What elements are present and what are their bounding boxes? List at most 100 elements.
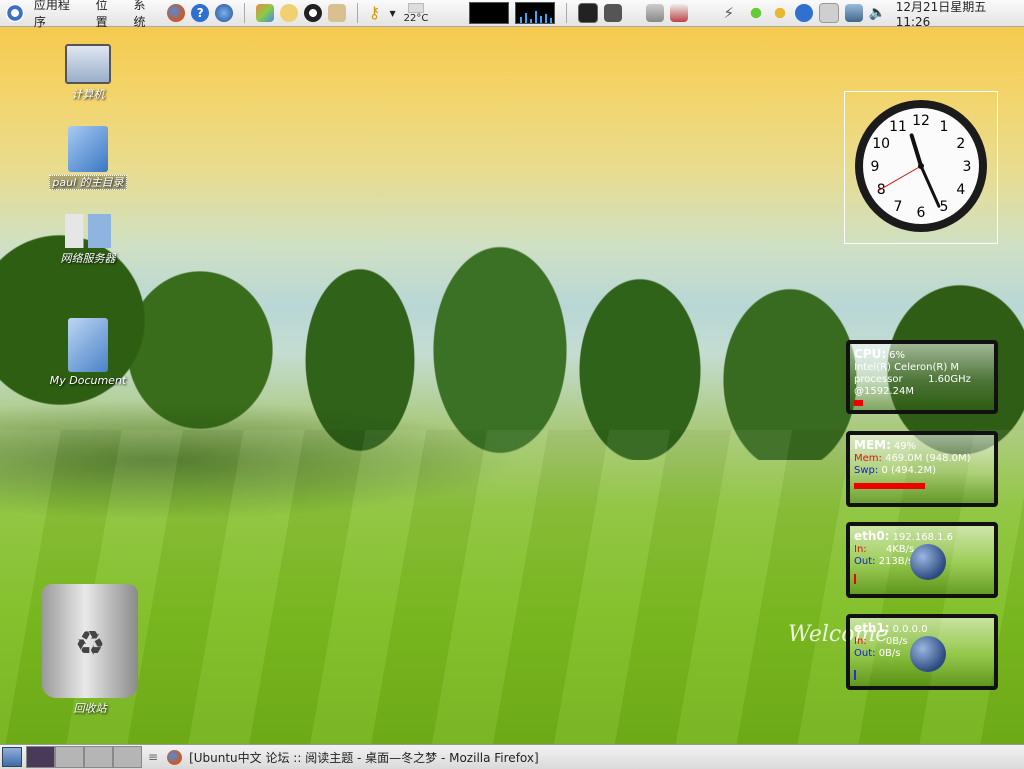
- task-button-firefox[interactable]: [Ubuntu中文 论坛 :: 阅读主题 - 桌面—冬之梦 - Mozilla …: [189, 749, 539, 766]
- clock-number: 12: [912, 113, 930, 129]
- tux-icon[interactable]: [303, 4, 322, 22]
- desktop-icon-label: 回收站: [73, 702, 107, 715]
- documents-folder-icon: [68, 318, 108, 372]
- cpu-model-line3: @1592.24M: [854, 386, 914, 397]
- clock-number: 7: [894, 199, 903, 215]
- workspace-3[interactable]: [84, 746, 113, 768]
- desktop-icon-label: 网络服务器: [60, 252, 116, 265]
- mem-label: Mem:: [854, 453, 882, 464]
- clock-number: 9: [871, 159, 880, 175]
- desktop-icon-network[interactable]: 网络服务器: [33, 214, 143, 266]
- clock-face: 12 12 3 45678 9 1011: [855, 100, 987, 232]
- task-list-handle-icon[interactable]: ≡: [148, 750, 158, 764]
- clock-number: 8: [877, 182, 886, 198]
- cpu-usage-bar: [854, 400, 863, 406]
- logout-icon[interactable]: [669, 4, 688, 22]
- clock-number: 3: [963, 159, 972, 175]
- bottom-panel: ≡ [Ubuntu中文 论坛 :: 阅读主题 - 桌面—冬之梦 - Mozill…: [0, 744, 1024, 769]
- weather-icon: [408, 2, 425, 13]
- cpu-monitor[interactable]: CPU: 6% Intel(R) Celeron(R) M processor 1…: [846, 340, 998, 414]
- panel-clock[interactable]: 12月21日星期五 11:26: [896, 0, 1024, 29]
- temperature-text: 22°C: [403, 12, 429, 24]
- memory-monitor[interactable]: MEM: 49% Mem: 469.0M (948.0M) Swp: 0 (494…: [846, 431, 998, 507]
- desktop-icon-label: My Document: [49, 374, 127, 387]
- eth1-in-value: 0B/s: [885, 636, 908, 647]
- memory-usage-bar: [854, 483, 925, 489]
- cpu-model-line1: Intel(R) Celeron(R) M: [854, 362, 960, 373]
- cpu-graph[interactable]: [469, 2, 510, 24]
- terminal-icon[interactable]: [577, 3, 598, 23]
- ubuntu-logo-icon[interactable]: [6, 4, 24, 22]
- clock-number: 6: [917, 205, 926, 221]
- network-icon[interactable]: [844, 4, 863, 22]
- eth1-monitor[interactable]: eth1: 0.0.0.0 In: 0B/s Out: 0B/s: [846, 614, 998, 690]
- volume-icon[interactable]: 🔈: [869, 4, 887, 22]
- lock-screen-icon[interactable]: [645, 4, 664, 22]
- user-icon[interactable]: [771, 4, 790, 22]
- mem-amount: 469.0M (948.0M): [885, 453, 971, 464]
- globe-icon: [910, 636, 946, 672]
- eth0-out-value: 213B/s: [878, 556, 914, 567]
- firefox-icon[interactable]: [167, 4, 186, 22]
- mem-title: MEM:: [854, 438, 891, 452]
- eth1-traffic-bar: [854, 670, 856, 680]
- recycle-icon: ♻: [74, 624, 106, 664]
- top-panel: 应用程序 位置 系统 ? ⚷ ▼ 22°C ⚡ 🔈 12月21日星期五 11:2…: [0, 0, 1024, 30]
- trash-icon: ♻: [42, 584, 138, 698]
- globe-icon: [910, 544, 946, 580]
- clock-number: 10: [872, 136, 890, 152]
- swap-amount: 0 (494.2M): [881, 465, 937, 476]
- power-plug-icon[interactable]: ⚡: [724, 4, 742, 22]
- update-icon[interactable]: [795, 4, 814, 22]
- desktop-icon-trash[interactable]: ♻ 回收站: [35, 584, 145, 716]
- eth1-title: eth1:: [854, 621, 890, 635]
- eth1-out-label: Out:: [854, 648, 876, 659]
- people-icon[interactable]: [747, 4, 766, 22]
- workspace-1[interactable]: [26, 746, 55, 768]
- help-icon[interactable]: ?: [191, 4, 210, 22]
- net-graph[interactable]: [515, 2, 555, 24]
- firefox-icon: [167, 749, 183, 765]
- clock-number: 11: [889, 119, 907, 135]
- desktop-icon-label: 计算机: [71, 88, 105, 101]
- clock-number: 1: [940, 119, 949, 135]
- show-desktop-button[interactable]: [2, 747, 22, 767]
- eth0-in-label: In:: [854, 544, 867, 555]
- weather-applet[interactable]: 22°C: [403, 2, 429, 24]
- network-tool-icon[interactable]: [327, 4, 346, 22]
- menu-applications[interactable]: 应用程序: [27, 0, 89, 30]
- clock-number: 2: [956, 136, 965, 152]
- panel-separator: [244, 3, 246, 23]
- menu-places[interactable]: 位置: [89, 0, 127, 30]
- menu-system[interactable]: 系统: [127, 0, 165, 30]
- run-command-icon[interactable]: [603, 4, 622, 22]
- eth0-title: eth0:: [854, 529, 890, 543]
- pidgin-icon[interactable]: [279, 4, 298, 22]
- clock-widget[interactable]: 12 1 2 3 4 5 6 7 8 9 10 11: [844, 91, 998, 244]
- mem-value: 49%: [893, 441, 917, 452]
- desktop-icon-computer[interactable]: 计算机: [33, 44, 143, 102]
- eth1-ip: 0.0.0.0: [892, 624, 928, 635]
- desktop-icon-label: paul 的主目录: [49, 175, 127, 190]
- workspace-4[interactable]: [113, 746, 142, 768]
- workspace-2[interactable]: [55, 746, 84, 768]
- key-icon[interactable]: ⚷: [369, 4, 387, 22]
- computer-icon: [65, 44, 111, 84]
- printer-icon[interactable]: [819, 3, 839, 23]
- clock-number: 5: [940, 199, 949, 215]
- cpu-title: CPU:: [854, 347, 887, 361]
- desktop-icon-home[interactable]: paul 的主目录: [33, 126, 143, 190]
- cpu-value: 6%: [889, 350, 906, 361]
- thunderbird-icon[interactable]: [215, 4, 234, 22]
- home-folder-icon: [68, 126, 108, 172]
- desktop-icon-documents[interactable]: My Document: [33, 318, 143, 387]
- eth0-traffic-bar: [854, 574, 856, 584]
- panel-separator: [565, 3, 567, 23]
- eth0-in-value: 4KB/s: [885, 544, 915, 555]
- eth1-out-value: 0B/s: [878, 648, 901, 659]
- swap-label: Swp:: [854, 465, 879, 476]
- eth0-monitor[interactable]: eth0: 192.168.1.6 In: 4KB/s Out: 213B/s: [846, 522, 998, 598]
- paint-brush-icon[interactable]: [256, 4, 274, 22]
- chevron-down-icon[interactable]: ▼: [390, 9, 396, 18]
- eth1-in-label: In:: [854, 636, 867, 647]
